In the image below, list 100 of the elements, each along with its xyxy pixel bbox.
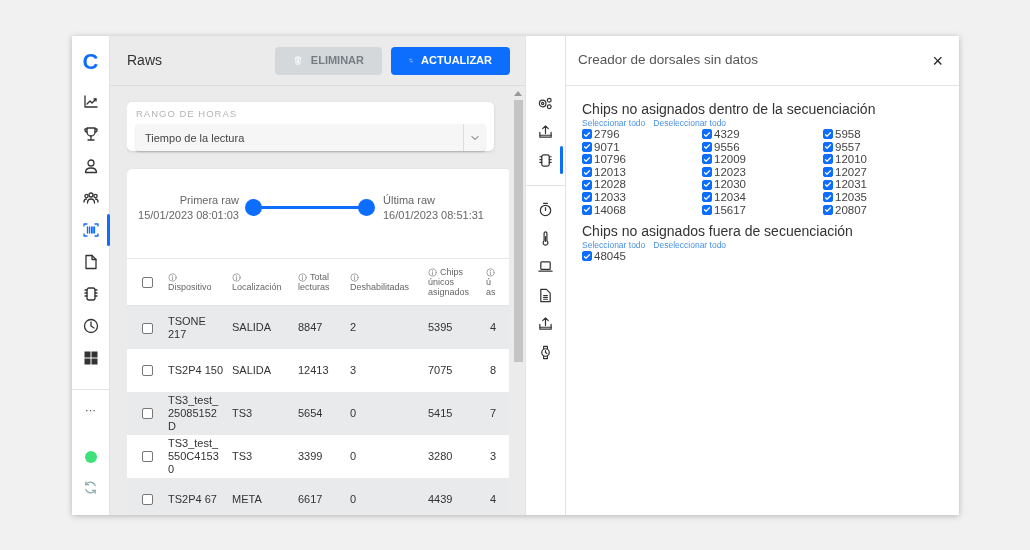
column-header[interactable]: Deshabilitadas	[350, 272, 410, 292]
chip-label: 12030	[714, 178, 746, 191]
column-header[interactable]: Chips únicos asignados	[428, 267, 470, 298]
panel-title: Creador de dorsales sin datos	[578, 51, 760, 70]
chip-label: 9071	[594, 140, 620, 154]
more-button[interactable]: ···	[85, 403, 96, 441]
trophy-icon	[82, 126, 99, 142]
field-label: RANGO DE HORAS	[135, 107, 239, 121]
checkbox[interactable]	[823, 204, 833, 215]
scrollbar-thumb[interactable]	[513, 100, 523, 362]
table-cell: 5395	[428, 321, 453, 333]
chip-label: 12027	[835, 165, 867, 179]
refresh-button[interactable]: ACTUALIZAR	[391, 46, 510, 75]
table-cell: TS3_test_25085152D	[168, 393, 219, 432]
chip-label: 12013	[594, 165, 626, 179]
checkbox[interactable]	[823, 141, 833, 152]
info-icon	[232, 272, 241, 282]
deselect-all-link[interactable]: Deseleccionar todo	[653, 118, 727, 128]
checkbox[interactable]	[702, 204, 712, 215]
table-cell: META	[232, 492, 262, 505]
table-cell: 8	[490, 363, 497, 376]
checkbox[interactable]	[142, 408, 153, 420]
chip-icon	[538, 152, 553, 168]
table-cell: TS3	[232, 449, 253, 462]
table-cell: SALIDA	[232, 363, 272, 376]
slider-handle[interactable]	[245, 199, 262, 217]
chip-label: 12033	[594, 190, 626, 204]
time-range-select[interactable]: Tiempo de la lectura	[136, 124, 485, 152]
checkbox[interactable]	[702, 167, 712, 178]
range-label: Última raw	[383, 192, 436, 208]
chip-label: 14068	[594, 203, 626, 217]
section-title: Chips no asignados dentro de la secuenciación	[582, 100, 877, 118]
refresh-icon	[83, 479, 98, 495]
stopwatch-icon	[538, 202, 553, 218]
column-header[interactable]: Localización	[232, 272, 282, 292]
checkbox[interactable]	[702, 129, 712, 140]
checkbox[interactable]	[142, 322, 153, 334]
checkbox[interactable]	[582, 192, 592, 203]
table-cell: 7075	[428, 363, 453, 376]
checkbox[interactable]	[142, 451, 153, 463]
checkbox[interactable]	[582, 251, 592, 262]
slider-handle[interactable]	[358, 199, 375, 217]
checkbox[interactable]	[582, 129, 592, 140]
table-cell: 4	[490, 321, 497, 333]
checkbox[interactable]	[702, 179, 712, 190]
checkbox[interactable]	[582, 154, 592, 165]
checkbox[interactable]	[702, 154, 712, 165]
column-header[interactable]: ú as	[486, 267, 496, 297]
table-cell: 8847	[298, 321, 323, 333]
info-icon	[486, 267, 495, 277]
select-all-link[interactable]: Seleccionar todo	[582, 240, 646, 251]
upload-icon	[538, 124, 553, 140]
clock-icon	[82, 318, 99, 334]
checkbox[interactable]	[142, 276, 153, 288]
chip-label: 48045	[594, 250, 626, 263]
checkbox[interactable]	[142, 365, 153, 377]
column-header[interactable]: Dispositivo	[168, 272, 212, 292]
checkbox[interactable]	[823, 129, 833, 140]
select-all-link[interactable]: Seleccionar todo	[582, 118, 646, 128]
table-cell: 0	[350, 449, 357, 462]
chip-label: 12023	[714, 165, 746, 179]
chip-label: 5958	[835, 128, 861, 141]
column-header[interactable]: Total lecturas	[298, 272, 330, 293]
checkbox[interactable]	[823, 192, 833, 203]
table-cell: 5654	[298, 406, 323, 419]
table-cell: 0	[350, 406, 357, 419]
chip-label: 9557	[835, 140, 861, 154]
info-icon	[428, 267, 437, 277]
range-slider[interactable]	[245, 199, 375, 217]
checkbox[interactable]	[823, 179, 833, 190]
table-cell: TS3	[232, 406, 253, 419]
deselect-all-link[interactable]: Deseleccionar todo	[653, 240, 727, 251]
chip-label: 12010	[835, 153, 867, 166]
info-icon	[168, 272, 177, 282]
user-icon	[82, 158, 99, 174]
table-cell: 12413	[298, 363, 329, 376]
section-title: Chips no asignados fuera de secuenciación	[582, 222, 854, 241]
checkbox[interactable]	[702, 192, 712, 203]
barcode-icon	[82, 222, 99, 238]
table-cell: 7	[490, 406, 497, 419]
chip-label: 4329	[714, 128, 740, 141]
checkbox[interactable]	[823, 154, 833, 165]
checkbox[interactable]	[582, 141, 592, 152]
checkbox[interactable]	[142, 494, 153, 506]
watch-icon	[538, 344, 553, 360]
checkbox[interactable]	[582, 179, 592, 190]
checkbox[interactable]	[702, 141, 712, 152]
checkbox[interactable]	[582, 167, 592, 178]
chip-label: 2796	[594, 128, 620, 141]
page-title: Raws	[127, 51, 163, 70]
upload-icon	[538, 316, 553, 332]
checkbox[interactable]	[582, 204, 592, 215]
close-button[interactable]: ×	[928, 51, 947, 70]
table-cell: 3399	[298, 449, 323, 462]
checkbox[interactable]	[823, 167, 833, 178]
table-cell: 3	[350, 363, 357, 376]
range-label: Primera raw	[178, 192, 239, 208]
table-cell: 6617	[298, 492, 323, 505]
status-dot	[84, 451, 97, 463]
table-cell: 3	[490, 449, 497, 462]
